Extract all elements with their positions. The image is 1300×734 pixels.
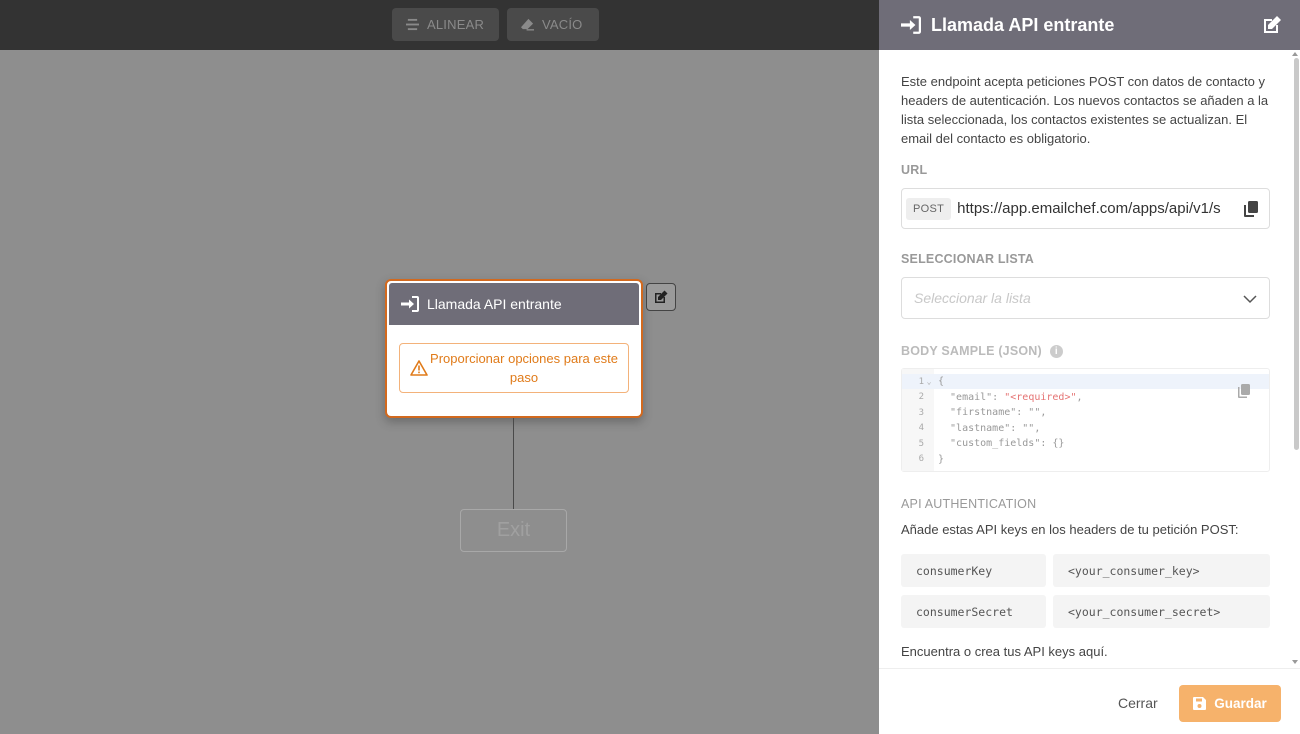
scroll-down-arrow[interactable] <box>1292 660 1298 664</box>
warning-icon <box>410 360 428 376</box>
canvas-toolbar: ALINEAR VACÍO <box>0 0 879 50</box>
exit-node[interactable]: Exit <box>460 509 567 552</box>
key-row: consumerSecret <your_consumer_secret> <box>901 595 1270 628</box>
line-number: 6 <box>918 454 924 464</box>
url-field[interactable]: POST https://app.emailchef.com/apps/api/… <box>901 188 1270 229</box>
key-name: consumerSecret <box>901 595 1046 628</box>
body-sample-text: BODY SAMPLE (JSON) <box>901 344 1042 358</box>
line-number: 2 <box>918 392 924 402</box>
url-label: URL <box>901 163 928 177</box>
code-line: 6} <box>902 452 1269 467</box>
node-edit-button[interactable] <box>646 283 676 311</box>
line-number: 3 <box>918 407 924 418</box>
code-text: "custom_fields": {} <box>938 438 1065 449</box>
clear-label: VACÍO <box>542 17 583 32</box>
edit-title-icon[interactable] <box>1262 15 1282 35</box>
settings-panel: Llamada API entrante Este endpoint acept… <box>879 0 1300 734</box>
chevron-down-icon <box>1243 295 1257 304</box>
flow-canvas[interactable]: ALINEAR VACÍO Llamada API entrante Propo… <box>0 0 879 734</box>
panel-title: Llamada API entrante <box>931 14 1115 35</box>
copy-code-icon[interactable] <box>1237 383 1251 399</box>
list-label: SELECCIONAR LISTA <box>901 252 1035 266</box>
key-value[interactable]: <your_consumer_key> <box>1053 554 1270 587</box>
url-value[interactable]: https://app.emailchef.com/apps/api/v1/s <box>957 200 1235 217</box>
json-code-editor[interactable]: 1 ⌄{2 "email": "<required>", 3 "firstname"… <box>901 368 1270 472</box>
code-text: "email": "<required>", <box>938 391 1083 403</box>
sign-in-icon <box>901 16 921 34</box>
flow-node-api-call[interactable]: Llamada API entrante Proporcionar opcion… <box>385 279 643 418</box>
scroll-up-arrow[interactable] <box>1292 52 1298 56</box>
node-warning[interactable]: Proporcionar opciones para este paso <box>399 343 629 393</box>
panel-scrollbar[interactable] <box>1294 58 1299 450</box>
copy-icon[interactable] <box>1243 200 1259 218</box>
find-keys-link[interactable]: Encuentra o crea tus API keys aquí. <box>901 642 1271 661</box>
node-header: Llamada API entrante <box>389 283 639 325</box>
line-number: 5 <box>918 438 924 449</box>
align-button[interactable]: ALINEAR <box>392 8 499 41</box>
list-placeholder: Seleccionar la lista <box>914 290 1031 306</box>
warning-text: Proporcionar opciones para este paso <box>430 351 618 385</box>
node-title: Llamada API entrante <box>427 296 562 312</box>
code-line: 3 "firstname": "", <box>902 405 1269 420</box>
eraser-icon <box>521 18 534 31</box>
save-button[interactable]: Guardar <box>1179 685 1281 722</box>
code-line: 5 "custom_fields": {} <box>902 436 1269 451</box>
panel-description: Este endpoint acepta peticiones POST con… <box>901 74 1269 146</box>
code-text: { <box>938 376 945 387</box>
info-icon[interactable]: i <box>1049 345 1063 359</box>
code-text: } <box>938 453 945 465</box>
key-value[interactable]: <your_consumer_secret> <box>1053 595 1270 628</box>
code-line: 4 "lastname": "", <box>902 421 1269 436</box>
code-line: 1 ⌄ { <box>902 374 1269 389</box>
key-name: consumerKey <box>901 554 1046 587</box>
auth-description: Añade estas API keys en los headers de t… <box>901 522 1239 537</box>
align-icon <box>406 18 419 31</box>
code-text: "firstname": "", <box>938 407 1047 418</box>
panel-header: Llamada API entrante <box>879 0 1300 50</box>
key-row: consumerKey <your_consumer_key> <box>901 554 1270 587</box>
edit-icon <box>655 290 668 303</box>
sign-in-icon <box>401 296 419 312</box>
clear-button[interactable]: VACÍO <box>507 8 599 41</box>
save-label: Guardar <box>1214 696 1267 711</box>
fold-icon[interactable]: ⌄ <box>924 377 934 386</box>
align-label: ALINEAR <box>427 17 485 32</box>
list-select[interactable]: Seleccionar la lista <box>901 277 1270 319</box>
close-button[interactable]: Cerrar <box>1118 695 1158 711</box>
panel-footer: Cerrar Guardar <box>879 668 1300 734</box>
code-line: 2 "email": "<required>", <box>902 390 1269 405</box>
line-number: 1 <box>918 376 924 387</box>
body-sample-label: BODY SAMPLE (JSON) i <box>901 344 1063 359</box>
node-connector <box>513 418 514 509</box>
method-badge: POST <box>906 197 952 220</box>
line-number: 4 <box>918 423 924 433</box>
save-icon <box>1193 697 1207 710</box>
panel-body[interactable]: Este endpoint acepta peticiones POST con… <box>879 50 1300 668</box>
code-text: "lastname": "", <box>938 422 1041 434</box>
auth-label: API AUTHENTICATION <box>901 497 1037 511</box>
